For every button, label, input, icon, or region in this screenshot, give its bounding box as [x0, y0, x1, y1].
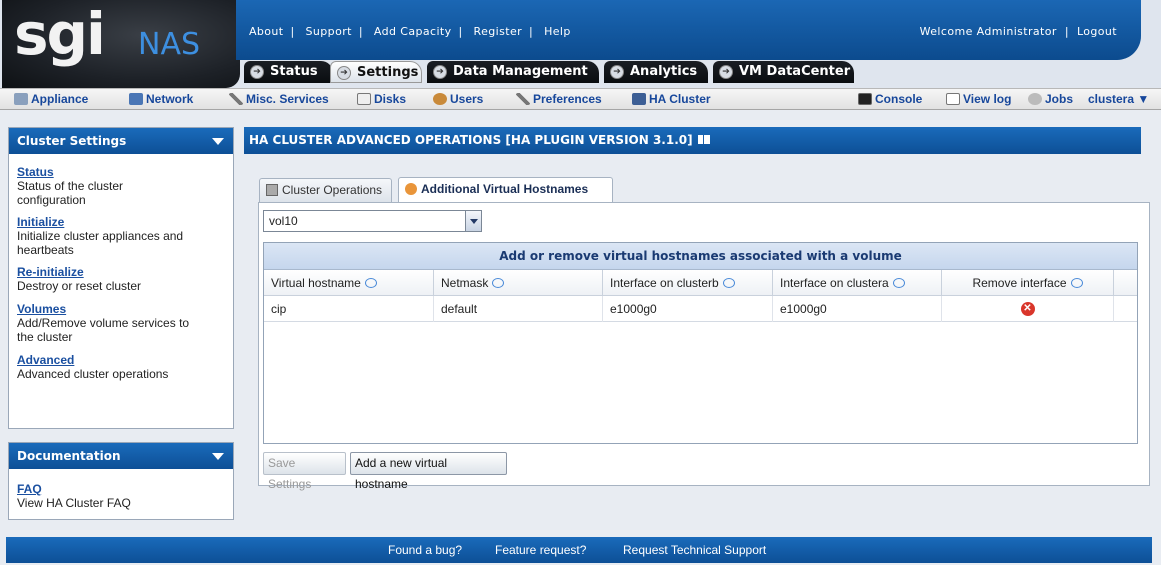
volume-select[interactable]: vol10	[263, 210, 482, 232]
view-log-link[interactable]: View log	[946, 92, 1011, 106]
grid-caption: Add or remove virtual hostnames associat…	[264, 243, 1137, 270]
documentation-panel: Documentation FAQ View HA Cluster FAQ	[8, 442, 234, 520]
tools-icon	[229, 93, 243, 105]
arrow-icon: ➔	[433, 65, 447, 79]
subnav-network[interactable]: Network	[129, 92, 193, 106]
help-bubble-icon[interactable]	[722, 278, 735, 288]
sidebar-item-advanced: Advanced Advanced cluster operations	[9, 353, 233, 381]
header: sgi NAS About | Support | Add Capacity | Re…	[0, 0, 1161, 88]
col-remove-interface[interactable]: Remove interface	[942, 270, 1114, 296]
welcome-text: Welcome Administrator	[919, 25, 1057, 38]
cell-netmask: default	[434, 296, 603, 322]
page-title: HA CLUSTER ADVANCED OPERATIONS [HA PLUGI…	[244, 127, 1141, 154]
virtual-hostnames-grid: Add or remove virtual hostnames associat…	[263, 242, 1138, 444]
arrow-icon: ➔	[610, 65, 624, 79]
support-link[interactable]: Support	[306, 25, 352, 38]
product-name: NAS	[138, 27, 201, 62]
settings-subnav: Appliance Network Misc. Services Disks U…	[0, 88, 1161, 110]
hostname-icon	[405, 183, 417, 195]
arrow-icon: ➔	[250, 65, 264, 79]
add-capacity-link[interactable]: Add Capacity	[374, 25, 452, 38]
footer: Found a bug? Feature request? Request Te…	[6, 537, 1152, 563]
arrow-icon: ➔	[719, 65, 733, 79]
cell-remove: ✕	[942, 296, 1114, 322]
sidebar-item-volumes: Volumes Add/Remove volume services to th…	[9, 302, 233, 344]
appliance-selector[interactable]: clustera ▼	[1088, 92, 1149, 106]
tab-data-management[interactable]: ➔ Data Management	[427, 61, 599, 83]
sidebar-link-status[interactable]: Status	[17, 165, 225, 179]
cell-interface-clustera: e1000g0	[773, 296, 942, 322]
sgi-logo: sgi NAS	[2, 0, 240, 88]
log-icon	[946, 93, 960, 105]
logo-text: sgi	[14, 0, 106, 68]
col-virtual-hostname[interactable]: Virtual hostname	[264, 270, 434, 296]
jobs-link[interactable]: Jobs	[1028, 92, 1073, 106]
feature-request-link[interactable]: Feature request?	[495, 537, 586, 563]
volume-select-value: vol10	[269, 214, 298, 228]
tab-status[interactable]: ➔ Status	[244, 61, 333, 83]
add-virtual-hostname-button[interactable]: Add a new virtual hostname	[350, 452, 507, 491]
cluster-settings-panel: Cluster Settings Status Status of the cl…	[8, 127, 234, 429]
cell-interface-clusterb: e1000g0	[603, 296, 773, 322]
col-interface-clustera[interactable]: Interface on clustera	[773, 270, 942, 296]
subnav-appliance[interactable]: Appliance	[14, 92, 88, 106]
sidebar-item-status: Status Status of the cluster configurati…	[9, 165, 233, 207]
sidebar-item-initialize: Initialize Initialize cluster appliances…	[9, 215, 233, 257]
tools-icon	[516, 93, 530, 105]
help-bubble-icon[interactable]	[1070, 278, 1083, 288]
cluster-icon	[632, 93, 646, 105]
sidebar-link-faq[interactable]: FAQ	[17, 482, 225, 496]
top-bar: About | Support | Add Capacity | Register | …	[236, 0, 1141, 60]
help-link[interactable]: Help	[544, 25, 571, 38]
col-interface-clusterb[interactable]: Interface on clusterb	[603, 270, 773, 296]
panel-header[interactable]: Cluster Settings	[9, 128, 233, 154]
cell-hostname: cip	[264, 296, 434, 322]
monitor-icon	[858, 93, 872, 105]
collapse-icon[interactable]	[212, 138, 224, 145]
panel-header[interactable]: Documentation	[9, 443, 233, 469]
gear-icon	[1028, 93, 1042, 105]
sidebar-link-advanced[interactable]: Advanced	[17, 353, 225, 367]
console-link[interactable]: Console	[858, 92, 922, 106]
help-bubble-icon[interactable]	[492, 278, 505, 288]
subnav-misc-services[interactable]: Misc. Services	[229, 92, 329, 106]
welcome-area: Welcome Administrator | Logout	[919, 25, 1117, 38]
sidebar-link-initialize[interactable]: Initialize	[17, 215, 225, 229]
logout-link[interactable]: Logout	[1077, 25, 1117, 38]
save-settings-button[interactable]: Save Settings	[263, 452, 346, 491]
subnav-ha-cluster[interactable]: HA Cluster	[632, 92, 711, 106]
grid-header: Virtual hostname Netmask Interface on cl…	[264, 270, 1137, 296]
tab-settings[interactable]: ➔ Settings	[330, 61, 422, 83]
remove-icon[interactable]: ✕	[1020, 302, 1035, 316]
about-link[interactable]: About	[249, 25, 284, 38]
tab-additional-virtual-hostnames[interactable]: Additional Virtual Hostnames	[398, 177, 613, 203]
sidebar-item-faq: FAQ View HA Cluster FAQ	[9, 482, 233, 510]
users-icon	[433, 93, 447, 105]
chevron-down-icon[interactable]	[465, 211, 481, 231]
sidebar-link-volumes[interactable]: Volumes	[17, 302, 225, 316]
help-bubble-icon[interactable]	[364, 278, 377, 288]
tab-cluster-operations[interactable]: Cluster Operations	[259, 178, 392, 202]
register-link[interactable]: Register	[474, 25, 523, 38]
collapse-icon[interactable]	[212, 453, 224, 460]
tab-vm-datacenter[interactable]: ➔ VM DataCenter	[713, 61, 854, 83]
technical-support-link[interactable]: Request Technical Support	[623, 537, 766, 563]
server-icon	[266, 184, 278, 196]
tab-analytics[interactable]: ➔ Analytics	[604, 61, 708, 83]
subnav-users[interactable]: Users	[433, 92, 483, 106]
sidebar-link-reinitialize[interactable]: Re-initialize	[17, 265, 225, 279]
col-netmask[interactable]: Netmask	[434, 270, 603, 296]
report-bug-link[interactable]: Found a bug?	[388, 537, 462, 563]
disk-icon	[357, 93, 371, 105]
book-icon[interactable]	[697, 135, 710, 144]
table-row[interactable]: cip default e1000g0 e1000g0 ✕	[264, 296, 1137, 322]
subnav-preferences[interactable]: Preferences	[516, 92, 602, 106]
help-bubble-icon[interactable]	[892, 278, 905, 288]
network-icon	[129, 93, 143, 105]
arrow-icon: ➔	[337, 66, 351, 80]
sidebar-item-reinitialize: Re-initialize Destroy or reset cluster	[9, 265, 233, 293]
subnav-disks[interactable]: Disks	[357, 92, 406, 106]
appliance-icon	[14, 93, 28, 105]
top-links: About | Support | Add Capacity | Register | …	[249, 25, 571, 38]
